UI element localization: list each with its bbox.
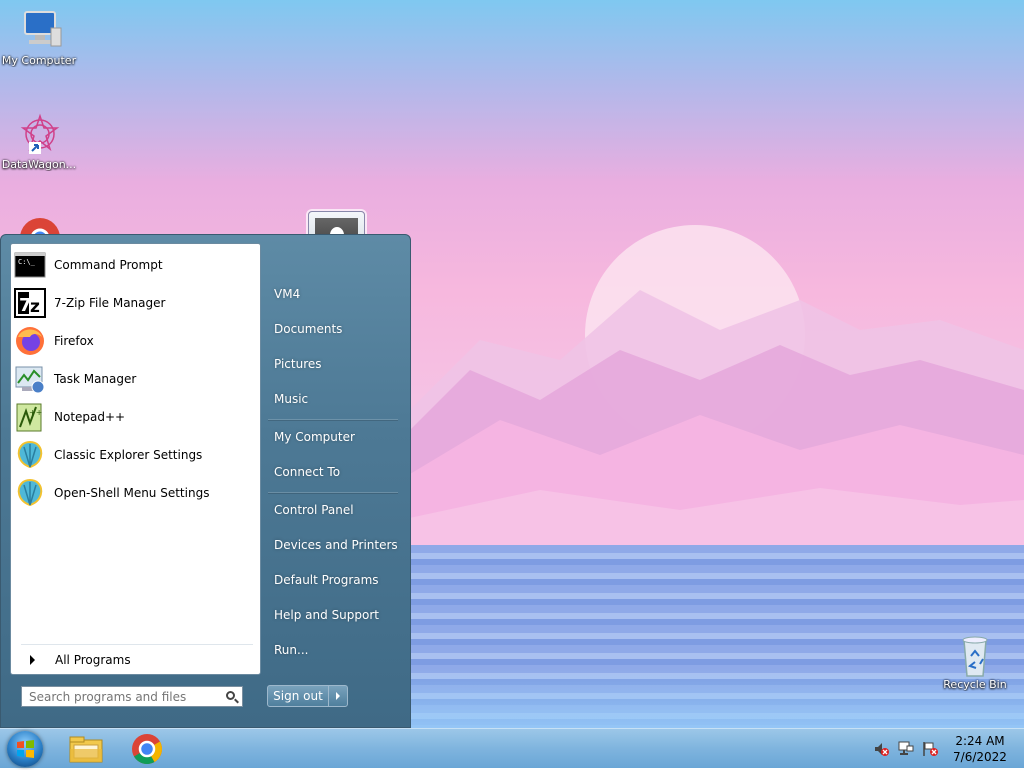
start-item-default-programs[interactable]: Default Programs	[274, 573, 379, 587]
svg-text:++: ++	[29, 408, 42, 417]
search-box[interactable]	[21, 686, 243, 707]
program-label: Command Prompt	[54, 258, 163, 272]
program-task-manager[interactable]: Task Manager	[11, 360, 260, 398]
firefox-icon	[14, 325, 46, 357]
7zip-icon: 7z	[14, 287, 46, 319]
shell-icon	[14, 439, 46, 471]
desktop-icon-recycle-bin[interactable]: Recycle Bin	[936, 632, 1014, 691]
recycle-bin-icon	[951, 632, 999, 677]
program-label: Task Manager	[54, 372, 137, 386]
start-item-help-and-support[interactable]: Help and Support	[274, 608, 379, 622]
windows-logo-icon	[17, 740, 34, 758]
right-separator	[268, 492, 398, 493]
start-item-devices-and-printers[interactable]: Devices and Printers	[274, 538, 398, 552]
start-menu: C:\_ Command Prompt 7z 7-Zip File Manage…	[0, 234, 411, 728]
taskbar: 2:24 AM 7/6/2022	[0, 728, 1024, 768]
shutdown-options-button[interactable]	[329, 686, 347, 706]
desktop-icon-datawagon[interactable]: DataWagon...	[0, 112, 78, 171]
network-icon	[898, 741, 914, 755]
program-label: Notepad++	[54, 410, 126, 424]
program-command-prompt[interactable]: C:\_ Command Prompt	[11, 246, 260, 284]
taskbar-file-explorer-button[interactable]	[62, 731, 112, 767]
program-open-shell-menu-settings[interactable]: Open-Shell Menu Settings	[11, 474, 260, 512]
svg-text:z: z	[30, 297, 40, 317]
program-firefox[interactable]: Firefox	[11, 322, 260, 360]
search-input[interactable]	[27, 688, 221, 705]
notepadpp-icon: ++	[14, 401, 46, 433]
program-label: Open-Shell Menu Settings	[54, 486, 210, 500]
shell-icon	[14, 477, 46, 509]
start-item-connect-to[interactable]: Connect To	[274, 465, 340, 479]
svg-text:C:\_: C:\_	[18, 258, 36, 266]
action-center-flag-icon	[923, 742, 938, 756]
tray-volume-button[interactable]	[873, 741, 889, 757]
program-classic-explorer-settings[interactable]: Classic Explorer Settings	[11, 436, 260, 474]
tray-network-button[interactable]	[898, 741, 914, 757]
all-programs-button[interactable]: All Programs	[11, 648, 260, 672]
taskbar-clock[interactable]: 2:24 AM 7/6/2022	[944, 733, 1016, 765]
start-menu-programs-pane: C:\_ Command Prompt 7z 7-Zip File Manage…	[10, 243, 261, 675]
start-item-music[interactable]: Music	[274, 392, 308, 406]
search-icon[interactable]	[226, 691, 235, 700]
all-programs-label: All Programs	[55, 653, 131, 667]
sign-out-label: Sign out	[268, 686, 329, 706]
start-item-my-computer[interactable]: My Computer	[274, 430, 355, 444]
start-item-control-panel[interactable]: Control Panel	[274, 503, 354, 517]
tray-action-center-button[interactable]	[922, 741, 938, 757]
command-prompt-icon: C:\_	[14, 249, 46, 281]
clock-time: 2:24 AM	[955, 734, 1005, 748]
desktop-icon-chrome-partial[interactable]	[16, 214, 64, 234]
volume-muted-icon	[875, 743, 889, 756]
clock-date: 7/6/2022	[953, 750, 1007, 764]
chrome-icon	[132, 734, 163, 765]
desktop-icon-my-computer[interactable]: My Computer	[0, 8, 78, 67]
monitor-icon	[15, 8, 63, 52]
start-item-pictures[interactable]: Pictures	[274, 357, 322, 371]
programs-separator	[21, 644, 253, 645]
taskbar-chrome-button[interactable]	[122, 731, 172, 767]
start-item-documents[interactable]: Documents	[274, 322, 342, 336]
desktop-icon-label: My Computer	[1, 54, 77, 67]
program-notepadpp[interactable]: ++ Notepad++	[11, 398, 260, 436]
program-label: Firefox	[54, 334, 94, 348]
program-7zip[interactable]: 7z 7-Zip File Manager	[11, 284, 260, 322]
task-manager-icon	[14, 363, 46, 395]
start-item-vm4[interactable]: VM4	[274, 287, 300, 301]
arrow-right-icon	[30, 655, 35, 665]
file-explorer-icon	[69, 736, 103, 763]
datawagon-icon	[15, 112, 63, 156]
chrome-icon	[20, 218, 60, 234]
right-separator	[268, 419, 398, 420]
arrow-right-icon	[336, 692, 340, 700]
program-label: Classic Explorer Settings	[54, 448, 203, 462]
start-button[interactable]	[7, 731, 43, 767]
start-item-run[interactable]: Run...	[274, 643, 308, 657]
sign-out-button[interactable]: Sign out	[267, 685, 348, 707]
program-label: 7-Zip File Manager	[54, 296, 166, 310]
